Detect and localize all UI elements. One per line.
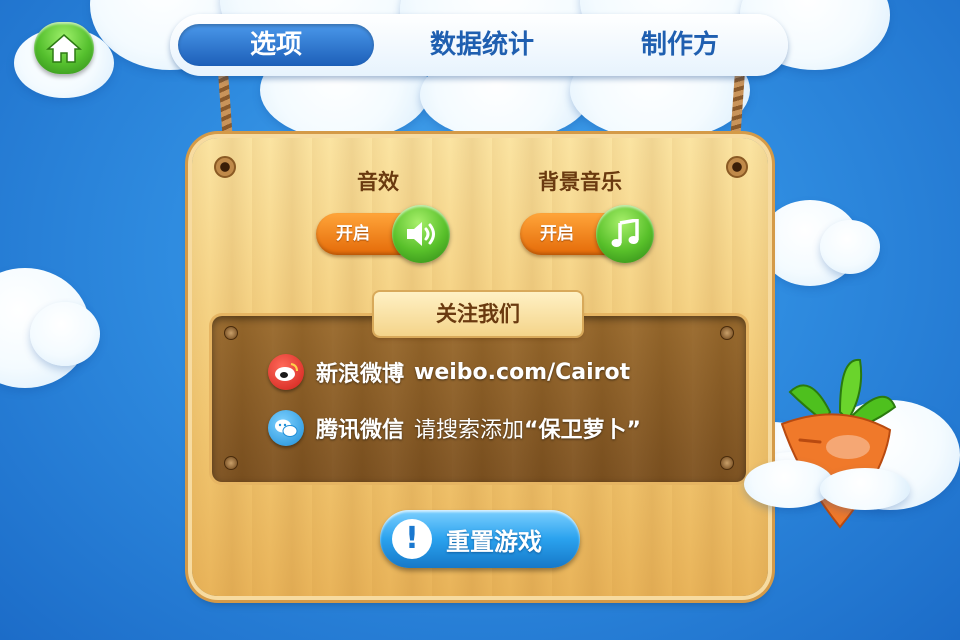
wechat-prefix: 请搜索添加 — [414, 418, 525, 443]
screw — [720, 456, 734, 470]
rope-hole-left — [214, 156, 236, 178]
weibo-row[interactable]: 新浪微博 weibo.com/Cairot — [268, 353, 630, 391]
tab-credits[interactable]: 制作方 — [600, 24, 760, 66]
music-toggle[interactable]: 开启 — [520, 205, 654, 263]
exclamation-icon: ! — [392, 519, 432, 559]
weibo-icon — [268, 354, 304, 390]
wechat-row[interactable]: 腾讯微信 请搜索添加 “保卫萝卜” — [268, 409, 641, 447]
reset-game-button[interactable]: ! 重置游戏 — [380, 510, 580, 568]
music-knob[interactable] — [596, 205, 654, 263]
wechat-icon — [268, 410, 304, 446]
music-label: 背景音乐 — [538, 170, 622, 194]
tab-statistics[interactable]: 数据统计 — [402, 24, 562, 66]
screw — [720, 326, 734, 340]
follow-title: 关注我们 — [374, 292, 582, 336]
weibo-address: weibo.com/Cairot — [414, 359, 631, 385]
rope-hole-right — [726, 156, 748, 178]
sound-label: 音效 — [357, 170, 399, 194]
speaker-icon — [407, 222, 435, 246]
sound-toggle-state: 开启 — [336, 224, 370, 244]
sound-toggle[interactable]: 开启 — [316, 205, 450, 263]
wechat-name: 腾讯微信 — [316, 418, 405, 443]
follow-panel — [212, 316, 746, 482]
wechat-account: “保卫萝卜” — [524, 418, 641, 443]
weibo-name: 新浪微博 — [316, 362, 405, 387]
reset-game-label: 重置游戏 — [446, 527, 542, 556]
music-toggle-state: 开启 — [540, 224, 574, 244]
music-note-icon — [611, 219, 639, 247]
sound-knob[interactable] — [392, 205, 450, 263]
home-button[interactable] — [34, 22, 94, 74]
tab-options[interactable]: 选项 — [178, 24, 374, 66]
home-icon — [46, 34, 82, 63]
screw — [224, 456, 238, 470]
options-screen: 选项 数据统计 制作方 音效 开启 背景音乐 开启 关注我们 新浪微博 weib… — [0, 0, 960, 640]
screw — [224, 326, 238, 340]
tab-bar: 选项 数据统计 制作方 — [170, 14, 788, 76]
